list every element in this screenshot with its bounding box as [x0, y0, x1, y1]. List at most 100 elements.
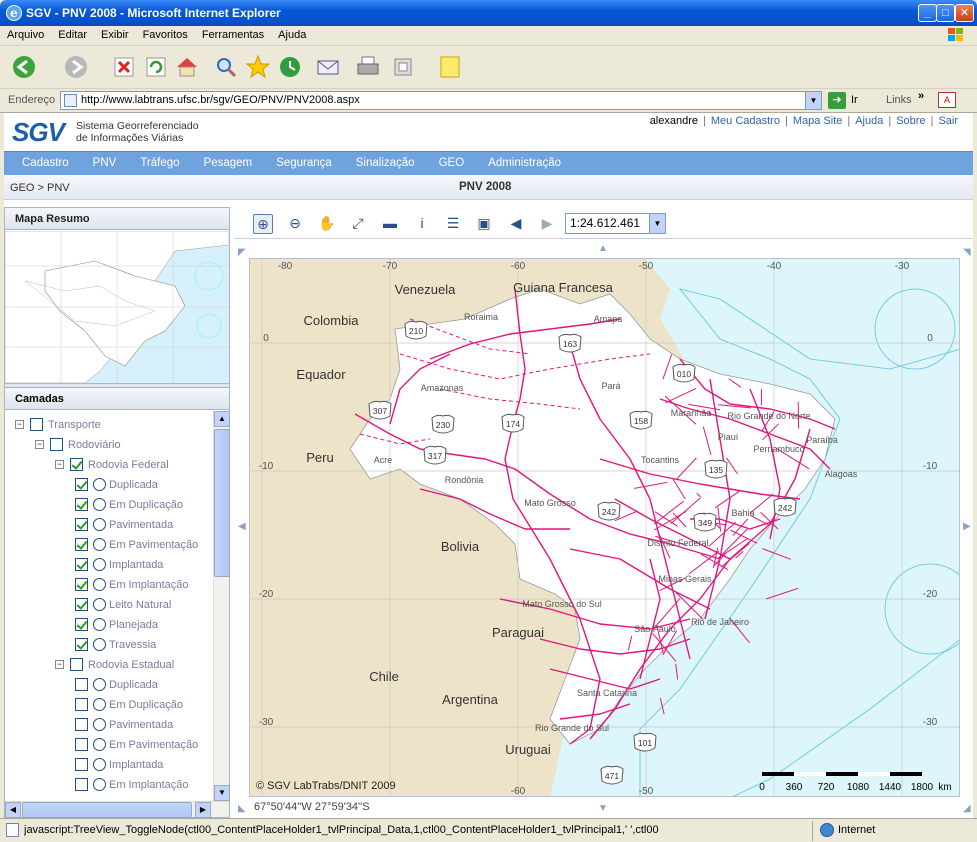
layer-radio[interactable] [93, 498, 106, 511]
pan-east-icon[interactable]: ▶ [963, 521, 971, 532]
home-icon[interactable] [173, 53, 201, 81]
menu-favoritos[interactable]: Favoritos [136, 26, 195, 44]
layer-label[interactable]: Implantada [109, 555, 163, 575]
nav-cadastro[interactable]: Cadastro [4, 152, 81, 174]
nav-sinalizacao[interactable]: Sinalização [344, 152, 427, 174]
measure-ruler-icon[interactable]: ▬ [380, 214, 400, 234]
link-meu-cadastro[interactable]: Meu Cadastro [706, 115, 785, 127]
menu-editar[interactable]: Editar [51, 26, 94, 44]
collapse-icon[interactable]: − [35, 440, 44, 449]
pan-west-icon[interactable]: ◀ [238, 521, 246, 532]
layer-label[interactable]: Pavimentada [109, 515, 173, 535]
nav-pnv[interactable]: PNV [81, 152, 129, 174]
link-sair[interactable]: Sair [933, 115, 963, 127]
layer-label[interactable]: Rodovia Federal [88, 455, 169, 475]
tree-node[interactable]: − Transporte [5, 415, 213, 435]
overview-map[interactable] [5, 231, 229, 383]
tree-horizontal-scrollbar[interactable]: ◀ ▶ [5, 801, 229, 818]
layer-label[interactable]: Planejada [109, 615, 158, 635]
pan-north-icon[interactable]: ▲ [598, 243, 608, 254]
sgv-logo[interactable]: SGV [12, 117, 65, 148]
tree-vertical-scrollbar[interactable]: ▲ ▼ [213, 411, 230, 801]
tree-node[interactable]: Pavimentada [5, 715, 213, 735]
minimize-button[interactable]: _ [918, 4, 937, 22]
tree-node[interactable]: Em Pavimentação [5, 735, 213, 755]
tree-node[interactable]: Em Implantação [5, 575, 213, 595]
layer-checkbox[interactable] [75, 538, 88, 551]
layer-radio[interactable] [93, 678, 106, 691]
layer-label[interactable]: Em Implantação [109, 775, 188, 795]
layer-checkbox[interactable] [75, 778, 88, 791]
previous-extent-icon[interactable]: ◀ [506, 214, 526, 234]
layer-checkbox[interactable] [75, 698, 88, 711]
back-icon[interactable] [10, 53, 38, 81]
layer-checkbox[interactable] [75, 638, 88, 651]
layer-checkbox[interactable] [75, 758, 88, 771]
zoom-out-icon[interactable]: ⊖ [285, 214, 305, 234]
tree-node[interactable]: − Rodovia Federal [5, 455, 213, 475]
layer-label[interactable]: Em Pavimentação [109, 735, 198, 755]
layer-label[interactable]: Duplicada [109, 475, 158, 495]
layer-label[interactable]: Em Duplicação [109, 695, 183, 715]
layer-label[interactable]: Duplicada [109, 675, 158, 695]
pan-south-icon[interactable]: ▼ [598, 803, 608, 814]
next-extent-icon[interactable]: ▶ [537, 214, 557, 234]
tree-node[interactable]: Pavimentada [5, 515, 213, 535]
layer-radio[interactable] [93, 758, 106, 771]
layer-radio[interactable] [93, 698, 106, 711]
layer-checkbox[interactable] [75, 618, 88, 631]
collapse-icon[interactable]: − [55, 660, 64, 669]
menu-ajuda[interactable]: Ajuda [271, 26, 313, 44]
layer-label[interactable]: Pavimentada [109, 715, 173, 735]
layer-radio[interactable] [93, 598, 106, 611]
pan-southwest-icon[interactable]: ◣ [238, 803, 246, 814]
go-arrow-icon[interactable]: ➔ [828, 92, 846, 109]
layer-radio[interactable] [93, 618, 106, 631]
search-icon[interactable] [212, 53, 240, 81]
maximize-button[interactable]: □ [936, 4, 955, 22]
pdf-icon[interactable]: A [938, 92, 956, 108]
tree-node[interactable]: Duplicada [5, 675, 213, 695]
collapse-icon[interactable]: − [15, 420, 24, 429]
nav-geo[interactable]: GEO [427, 152, 477, 174]
layer-label[interactable]: Transporte [48, 415, 101, 435]
layer-label[interactable]: Leito Natural [109, 595, 171, 615]
tree-node[interactable]: − Rodovia Estadual [5, 655, 213, 675]
layer-checkbox[interactable] [75, 718, 88, 731]
favorites-star-icon[interactable] [244, 53, 272, 81]
scroll-down-icon[interactable]: ▼ [214, 785, 230, 801]
forward-icon[interactable] [62, 53, 90, 81]
layer-checkbox[interactable] [75, 578, 88, 591]
full-extent-icon[interactable]: ⤢ [348, 214, 368, 234]
layer-radio[interactable] [93, 778, 106, 791]
stop-icon[interactable] [110, 53, 138, 81]
nav-administracao[interactable]: Administração [476, 152, 573, 174]
tree-node[interactable]: Leito Natural [5, 595, 213, 615]
mail-icon[interactable] [314, 53, 342, 81]
save-icon[interactable]: ▣ [474, 214, 494, 234]
legend-list-icon[interactable]: ☰ [443, 214, 463, 234]
layer-radio[interactable] [93, 718, 106, 731]
tree-node[interactable]: Em Implantação [5, 775, 213, 795]
layer-radio[interactable] [93, 638, 106, 651]
layer-label[interactable]: Em Implantação [109, 575, 188, 595]
menu-arquivo[interactable]: Arquivo [0, 26, 51, 44]
layer-checkbox[interactable] [70, 458, 83, 471]
pan-southeast-icon[interactable]: ◢ [963, 803, 971, 814]
scroll-right-icon[interactable]: ▶ [195, 802, 211, 818]
scale-select[interactable]: 1:24.612.461 ▼ [565, 213, 666, 234]
layer-checkbox[interactable] [75, 678, 88, 691]
tree-node[interactable]: Em Pavimentação [5, 535, 213, 555]
zoom-in-icon[interactable]: ⊕ [253, 214, 273, 234]
tree-node[interactable]: Duplicada [5, 475, 213, 495]
layer-radio[interactable] [93, 478, 106, 491]
scroll-thumb[interactable] [214, 429, 230, 577]
layer-radio[interactable] [93, 578, 106, 591]
layer-checkbox[interactable] [75, 558, 88, 571]
link-mapa-site[interactable]: Mapa Site [788, 115, 848, 127]
tree-node[interactable]: Planejada [5, 615, 213, 635]
refresh-icon[interactable] [142, 53, 170, 81]
nav-pesagem[interactable]: Pesagem [192, 152, 265, 174]
layer-checkbox[interactable] [75, 518, 88, 531]
nav-trafego[interactable]: Tráfego [128, 152, 191, 174]
